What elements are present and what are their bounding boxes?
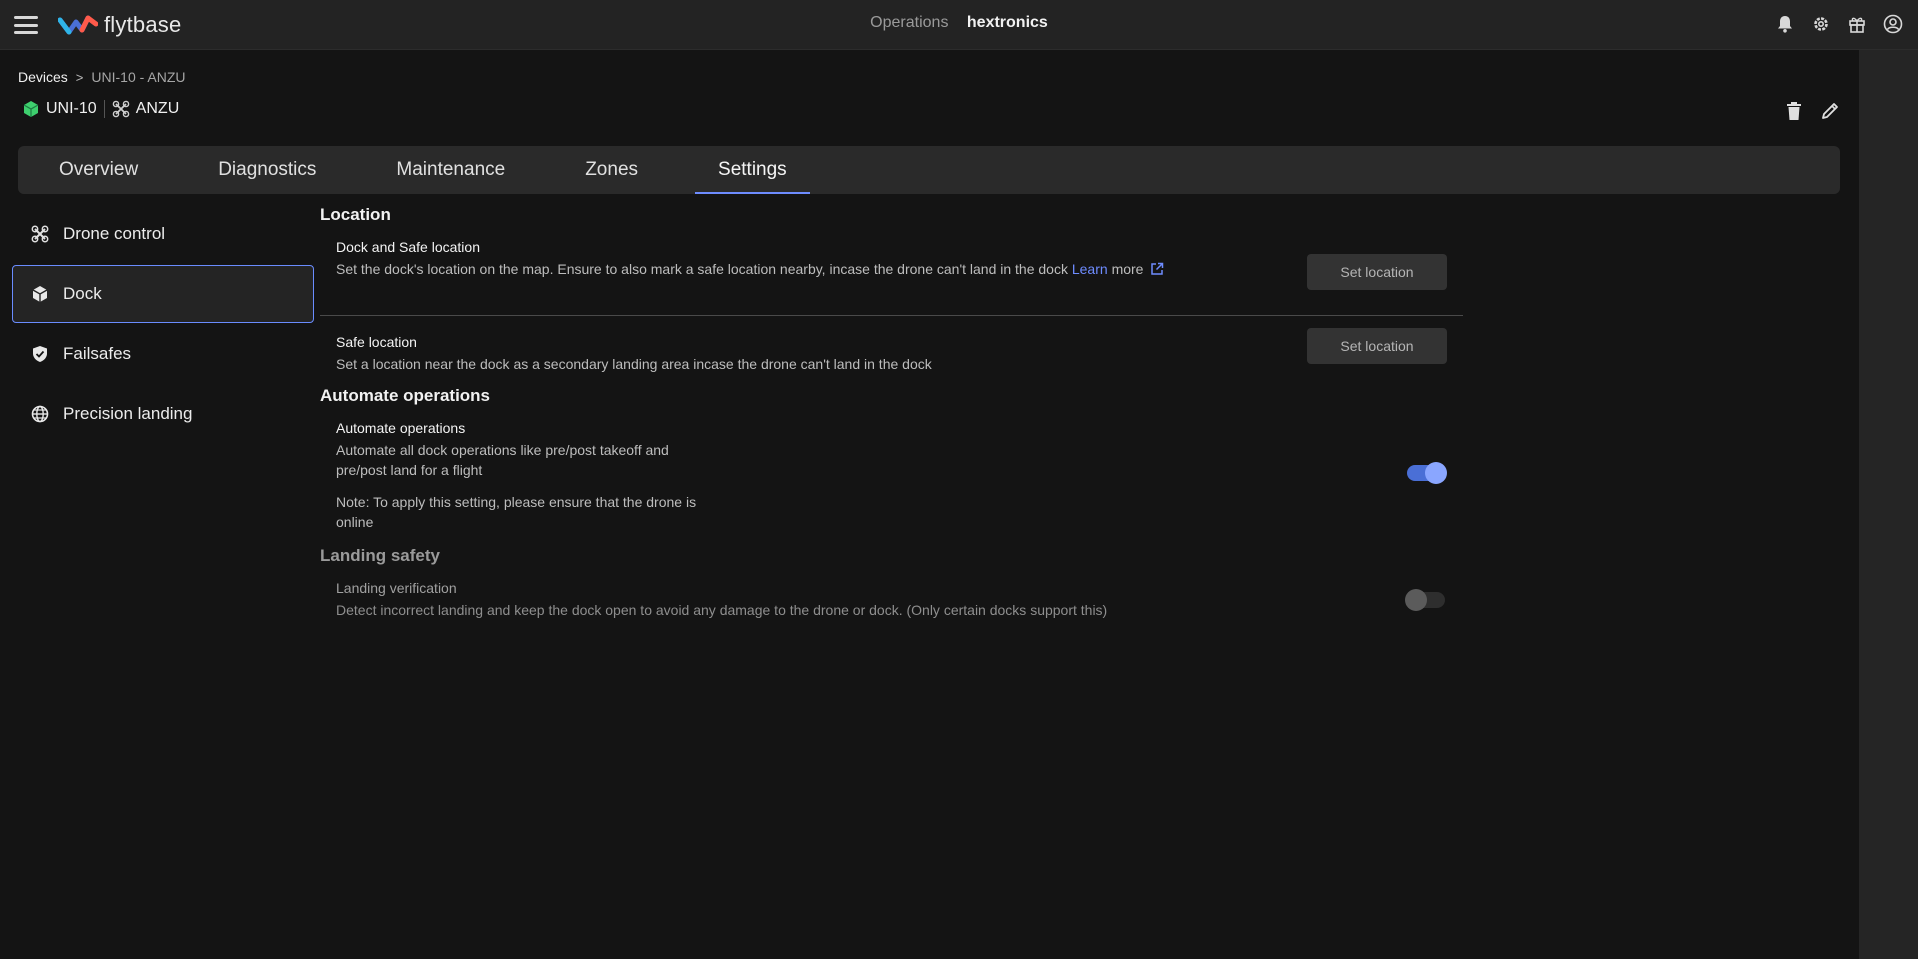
main-area: Devices > UNI-10 - ANZU UNI-10 ANZU Over…: [0, 50, 1859, 959]
breadcrumb: Devices > UNI-10 - ANZU: [18, 69, 186, 85]
dock-badge: UNI-10: [22, 100, 97, 118]
section-title-automate: Automate operations: [320, 386, 491, 405]
chevron-right-icon: >: [75, 69, 84, 85]
sidebar-item-failsafes[interactable]: Failsafes: [12, 325, 314, 383]
setting-title: Dock and Safe location: [336, 239, 480, 255]
device-tabs: Overview Diagnostics Maintenance Zones S…: [18, 146, 1840, 194]
drone-icon: [112, 100, 129, 118]
edit-pencil-icon[interactable]: [1819, 100, 1841, 122]
sidebar-item-label: Dock: [63, 284, 102, 303]
sidebar-item-drone-control[interactable]: Drone control: [12, 205, 314, 263]
divider: [320, 315, 1463, 316]
setting-description-line2: pre/post land for a flight: [336, 462, 483, 478]
tab-maintenance[interactable]: Maintenance: [373, 146, 528, 194]
gear-icon[interactable]: [1810, 13, 1832, 35]
sidebar-item-label: Drone control: [63, 224, 166, 243]
breadcrumb-current: UNI-10 - ANZU: [91, 69, 186, 85]
dock-icon: [31, 285, 49, 303]
setting-safe-location: Safe location Set a location near the do…: [320, 328, 1463, 374]
dock-name: UNI-10: [46, 100, 97, 117]
section-title-location: Location: [320, 205, 391, 224]
sidebar-item-label: Failsafes: [63, 344, 132, 363]
breadcrumb-devices[interactable]: Devices: [18, 69, 68, 85]
learn-more-link-text-1: Learn: [1071, 261, 1108, 277]
sidebar-item-precision-landing[interactable]: Precision landing: [12, 385, 314, 443]
set-safe-location-button[interactable]: Set location: [1307, 328, 1447, 364]
setting-title: Landing verification: [336, 580, 457, 596]
globe-icon: [31, 405, 49, 423]
setting-note-line2: online: [336, 514, 374, 530]
account-icon[interactable]: [1882, 13, 1904, 35]
setting-title: Automate operations: [336, 420, 466, 436]
device-header: UNI-10 ANZU: [22, 100, 179, 118]
section-title-landing-safety: Landing safety: [320, 546, 440, 565]
setting-landing-verification: Landing verification Detect incorrect la…: [320, 580, 1463, 620]
dock-settings-content: Location Dock and Safe location Set the …: [320, 205, 1463, 620]
sidebar-item-label: Precision landing: [63, 404, 193, 423]
toggle-knob: [1405, 589, 1427, 611]
toggle-knob: [1425, 462, 1447, 484]
org-nav: Operations hextronics: [0, 14, 1918, 32]
device-actions: [1783, 100, 1841, 122]
drone-name: ANZU: [135, 100, 180, 117]
learn-more-link[interactable]: Learn more: [1072, 261, 1165, 277]
tab-zones[interactable]: Zones: [562, 146, 661, 194]
set-dock-location-button[interactable]: Set location: [1307, 254, 1447, 290]
setting-description-text: Set the dock's location on the map. Ensu…: [336, 261, 1068, 277]
organization-name[interactable]: hextronics: [967, 14, 1048, 31]
operations-link[interactable]: Operations: [870, 14, 948, 31]
automate-operations-toggle[interactable]: [1407, 462, 1447, 484]
landing-verification-toggle[interactable]: [1405, 589, 1445, 611]
drone-badge: ANZU: [112, 100, 180, 118]
drone-icon: [31, 225, 49, 243]
setting-dock-safe-location: Dock and Safe location Set the dock's lo…: [320, 239, 1463, 297]
top-bar: flytbase Operations hextronics: [0, 0, 1918, 50]
tab-diagnostics[interactable]: Diagnostics: [195, 146, 339, 194]
setting-description: Set the dock's location on the map. Ensu…: [336, 259, 1166, 279]
bell-icon[interactable]: [1774, 13, 1796, 35]
setting-note-line1: Note: To apply this setting, please ensu…: [336, 494, 697, 510]
setting-description: Set a location near the dock as a second…: [336, 356, 932, 372]
setting-description: Detect incorrect landing and keep the do…: [336, 602, 1108, 618]
trash-icon[interactable]: [1783, 100, 1805, 122]
sidebar-item-dock[interactable]: Dock: [12, 265, 314, 323]
right-panel-strip: [1859, 50, 1918, 959]
gift-icon[interactable]: [1846, 13, 1868, 35]
learn-more-link-text-2: more: [1111, 261, 1144, 277]
divider: [103, 100, 105, 118]
external-link-icon: [1151, 262, 1164, 275]
setting-description-line1: Automate all dock operations like pre/po…: [336, 442, 669, 458]
settings-sidebar: Drone control Dock Failsafes Precision l…: [12, 205, 314, 445]
top-actions: [1774, 13, 1904, 35]
shield-check-icon: [31, 345, 49, 363]
tab-settings[interactable]: Settings: [695, 146, 810, 194]
setting-title: Safe location: [336, 334, 417, 350]
dock-icon: [23, 101, 39, 117]
setting-automate-operations: Automate operations Automate all dock op…: [320, 420, 1463, 532]
tab-overview[interactable]: Overview: [36, 146, 161, 194]
